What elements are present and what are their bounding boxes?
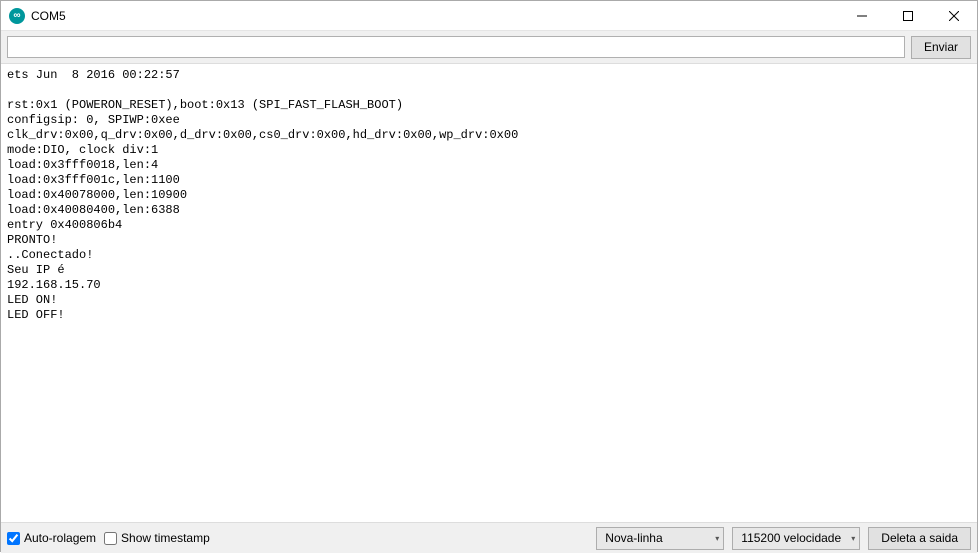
titlebar: COM5 bbox=[1, 1, 977, 31]
window-title: COM5 bbox=[31, 9, 839, 23]
close-button[interactable] bbox=[931, 1, 977, 30]
line-ending-value: Nova-linha bbox=[605, 531, 662, 545]
autoscroll-checkbox[interactable] bbox=[7, 532, 20, 545]
chevron-down-icon: ▾ bbox=[715, 534, 719, 543]
baud-rate-value: 115200 velocidade bbox=[741, 531, 841, 545]
autoscroll-checkbox-wrap[interactable]: Auto-rolagem bbox=[7, 531, 96, 545]
bottombar: Auto-rolagem Show timestamp Nova-linha ▾… bbox=[1, 523, 977, 553]
send-button[interactable]: Enviar bbox=[911, 36, 971, 59]
baud-rate-select[interactable]: 115200 velocidade ▾ bbox=[732, 527, 860, 550]
timestamp-label: Show timestamp bbox=[121, 531, 210, 545]
line-ending-select[interactable]: Nova-linha ▾ bbox=[596, 527, 724, 550]
clear-output-button[interactable]: Deleta a saida bbox=[868, 527, 971, 550]
arduino-icon bbox=[9, 8, 25, 24]
timestamp-checkbox-wrap[interactable]: Show timestamp bbox=[104, 531, 210, 545]
minimize-button[interactable] bbox=[839, 1, 885, 30]
console-output[interactable]: ets Jun 8 2016 00:22:57 rst:0x1 (POWERON… bbox=[1, 63, 977, 523]
chevron-down-icon: ▾ bbox=[851, 534, 855, 543]
timestamp-checkbox[interactable] bbox=[104, 532, 117, 545]
serial-input[interactable] bbox=[7, 36, 905, 58]
maximize-button[interactable] bbox=[885, 1, 931, 30]
autoscroll-label: Auto-rolagem bbox=[24, 531, 96, 545]
window-controls bbox=[839, 1, 977, 30]
toolbar: Enviar bbox=[1, 31, 977, 63]
